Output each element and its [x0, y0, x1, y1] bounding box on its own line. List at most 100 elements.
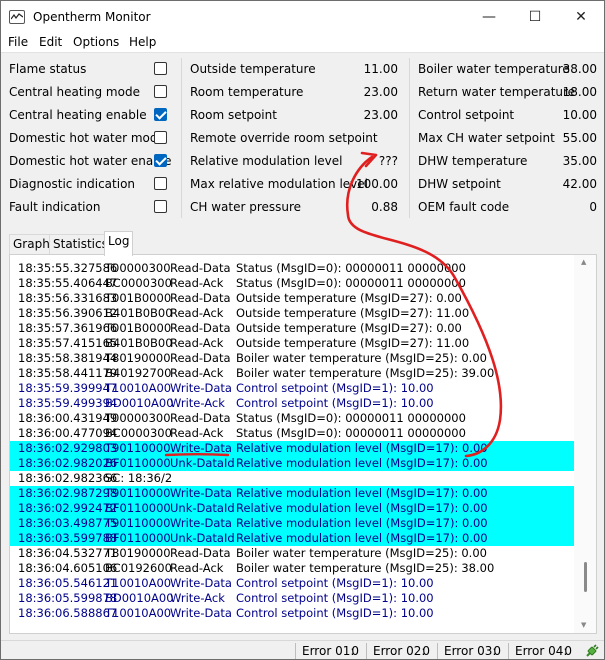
flame-status-checkbox[interactable]: [154, 62, 167, 75]
log-row[interactable]: 18:36:05.546121 T10010A00 Write-Data Contro…: [10, 576, 574, 591]
room-setpoint-value: 23.00: [363, 108, 398, 122]
app-icon: [9, 10, 25, 24]
log-row[interactable]: 18:36:02.982026 BF0110000 Unk-DataId Relati…: [10, 456, 574, 471]
log-code: T001B0000: [105, 321, 172, 335]
log-row[interactable]: 18:36:02.982366 SC: 18:36/2: [10, 471, 574, 486]
log-time: 18:36:00.477094: [18, 426, 118, 440]
log-time: 18:35:56.390612: [18, 306, 118, 320]
relative-modulation-value: ???: [378, 154, 398, 168]
log-type: Read-Data: [170, 321, 231, 335]
log-type: Write-Ack: [170, 396, 225, 410]
flag-label-ch-enable: Central heating enable: [9, 108, 147, 122]
flag-label-dhw-mode: Domestic hot water mode: [9, 131, 165, 145]
title-bar[interactable]: Opentherm Monitor — ☐ ✕: [1, 1, 604, 33]
log-row[interactable]: 18:36:00.431949 T00000300 Read-Data Status …: [10, 411, 574, 426]
ch-enable-checkbox[interactable]: [154, 108, 167, 121]
scroll-down-arrow-icon[interactable]: ▼: [581, 621, 586, 629]
log-time: 18:35:58.381944: [18, 351, 118, 365]
log-row[interactable]: 18:35:59.499394 BD0010A00 Write-Ack Control…: [10, 396, 574, 411]
log-time: 18:36:03.599788: [18, 531, 118, 545]
ch-water-pressure-value: 0.88: [371, 200, 398, 214]
log-list: 18:35:55.327586 T00000300 Read-Data Status …: [10, 261, 574, 621]
log-time: 18:35:57.415165: [18, 336, 118, 350]
fault-checkbox[interactable]: [154, 200, 167, 213]
log-row[interactable]: 18:36:00.477094 BC0000300 Read-Ack Status (…: [10, 426, 574, 441]
log-row[interactable]: 18:35:55.406447 BC0000300 Read-Ack Status (…: [10, 276, 574, 291]
log-description: Boiler water temperature (MsgID=25): 38.…: [236, 561, 495, 575]
log-time: 18:36:02.982366: [18, 471, 118, 485]
log-row[interactable]: 18:36:03.498775 T90110000 Write-Data Relati…: [10, 516, 574, 531]
log-row[interactable]: 18:35:57.415165 B401B0B00 Read-Ack Outside …: [10, 336, 574, 351]
log-row[interactable]: 18:35:58.381944 T80190000 Read-Data Boiler …: [10, 351, 574, 366]
log-type: Read-Ack: [170, 426, 224, 440]
tab-log[interactable]: Log: [104, 231, 134, 256]
maximize-button[interactable]: ☐: [512, 1, 558, 33]
log-code: T00000300: [105, 261, 171, 275]
return-water-temperature-label: Return water temperature: [418, 85, 576, 99]
status-panel: Flame status Central heating mode Centra…: [1, 54, 604, 222]
menu-edit[interactable]: Edit: [39, 35, 62, 49]
log-code: T10010A00: [105, 606, 172, 620]
log-description: Status (MsgID=0): 00000011 00000000: [236, 276, 466, 290]
log-row[interactable]: 18:35:55.327586 T00000300 Read-Data Status …: [10, 261, 574, 276]
log-scrollbar[interactable]: ▲ ▼: [574, 255, 596, 633]
diagnostic-checkbox[interactable]: [154, 177, 167, 190]
scroll-up-arrow-icon[interactable]: ▲: [581, 258, 586, 266]
menu-help[interactable]: Help: [129, 35, 156, 49]
log-row[interactable]: 18:35:56.331683 T001B0000 Read-Data Outside…: [10, 291, 574, 306]
log-description: Boiler water temperature (MsgID=25): 0.0…: [236, 546, 487, 560]
dhw-mode-checkbox[interactable]: [154, 131, 167, 144]
error-02-value: 0: [422, 644, 430, 658]
log-code: T90110000: [105, 486, 171, 500]
log-row[interactable]: 18:36:02.987298 T90110000 Write-Data Relati…: [10, 486, 574, 501]
return-water-temperature-value: 18.00: [562, 85, 597, 99]
ch-mode-checkbox[interactable]: [154, 85, 167, 98]
log-code: BC0000300: [105, 426, 172, 440]
error-01-cell: Error 01: 0: [295, 643, 365, 659]
flag-label-flame-status: Flame status: [9, 62, 87, 76]
log-row[interactable]: 18:35:57.361966 T001B0000 Read-Data Outside…: [10, 321, 574, 336]
menu-bar: File Edit Options Help: [1, 33, 604, 53]
menu-file[interactable]: File: [8, 35, 28, 49]
log-row[interactable]: 18:36:02.992472 BF0110000 Unk-DataId Relati…: [10, 501, 574, 516]
scroll-thumb[interactable]: [584, 562, 587, 592]
log-description: Outside temperature (MsgID=27): 0.00: [236, 321, 462, 335]
log-type: Read-Ack: [170, 276, 224, 290]
error-01-value: 0: [351, 644, 359, 658]
log-description: Relative modulation level (MsgID=17): 0.…: [236, 501, 488, 515]
log-row[interactable]: 18:35:56.390612 B401B0B00 Read-Ack Outside …: [10, 306, 574, 321]
log-panel[interactable]: 18:35:55.327586 T00000300 Read-Data Status …: [9, 254, 597, 634]
log-row[interactable]: 18:36:05.599878 BD0010A00 Write-Ack Control…: [10, 591, 574, 606]
log-type: Read-Data: [170, 291, 231, 305]
log-row[interactable]: 18:36:03.599788 BF0110000 Unk-DataId Relati…: [10, 531, 574, 546]
room-temperature-label: Room temperature: [190, 85, 304, 99]
tab-graph[interactable]: Graph: [9, 234, 54, 255]
log-code: T80190000: [105, 351, 171, 365]
max-relative-modulation-value: 100.00: [356, 177, 398, 191]
log-description: Outside temperature (MsgID=27): 11.00: [236, 306, 470, 320]
log-row[interactable]: 18:35:58.441179 B40192700 Read-Ack Boiler w…: [10, 366, 574, 381]
log-row[interactable]: 18:36:06.588867 T10010A00 Write-Data Contro…: [10, 606, 574, 621]
log-code: SC: 18:36/2: [105, 471, 173, 485]
log-row[interactable]: 18:36:04.532771 T80190000 Read-Data Boiler …: [10, 546, 574, 561]
log-row[interactable]: 18:36:02.929803 T90110000 Write-Data Relati…: [10, 441, 574, 456]
dhw-enable-checkbox[interactable]: [154, 154, 167, 167]
minimize-button[interactable]: —: [466, 1, 512, 33]
close-button[interactable]: ✕: [558, 1, 604, 33]
log-type: Read-Ack: [170, 336, 224, 350]
window-title: Opentherm Monitor: [33, 10, 151, 24]
error-03-cell: Error 03: 0: [437, 643, 507, 659]
menu-options[interactable]: Options: [73, 35, 119, 49]
log-time: 18:36:05.546121: [18, 576, 118, 590]
log-type: Unk-DataId: [170, 531, 235, 545]
log-time: 18:36:05.599878: [18, 591, 118, 605]
log-row[interactable]: 18:35:59.399947 T10010A00 Write-Data Contro…: [10, 381, 574, 396]
log-row[interactable]: 18:36:04.605106 BC0192600 Read-Ack Boiler w…: [10, 561, 574, 576]
tab-statistics[interactable]: Statistics: [49, 234, 112, 255]
log-type: Write-Ack: [170, 591, 225, 605]
log-description: Relative modulation level (MsgID=17): 0.…: [236, 531, 488, 545]
log-time: 18:35:55.406447: [18, 276, 118, 290]
log-type: Read-Ack: [170, 306, 224, 320]
dhw-setpoint-value: 42.00: [562, 177, 597, 191]
status-bar: Error 01: 0 Error 02: 0 Error 03: 0 Erro…: [1, 640, 604, 659]
